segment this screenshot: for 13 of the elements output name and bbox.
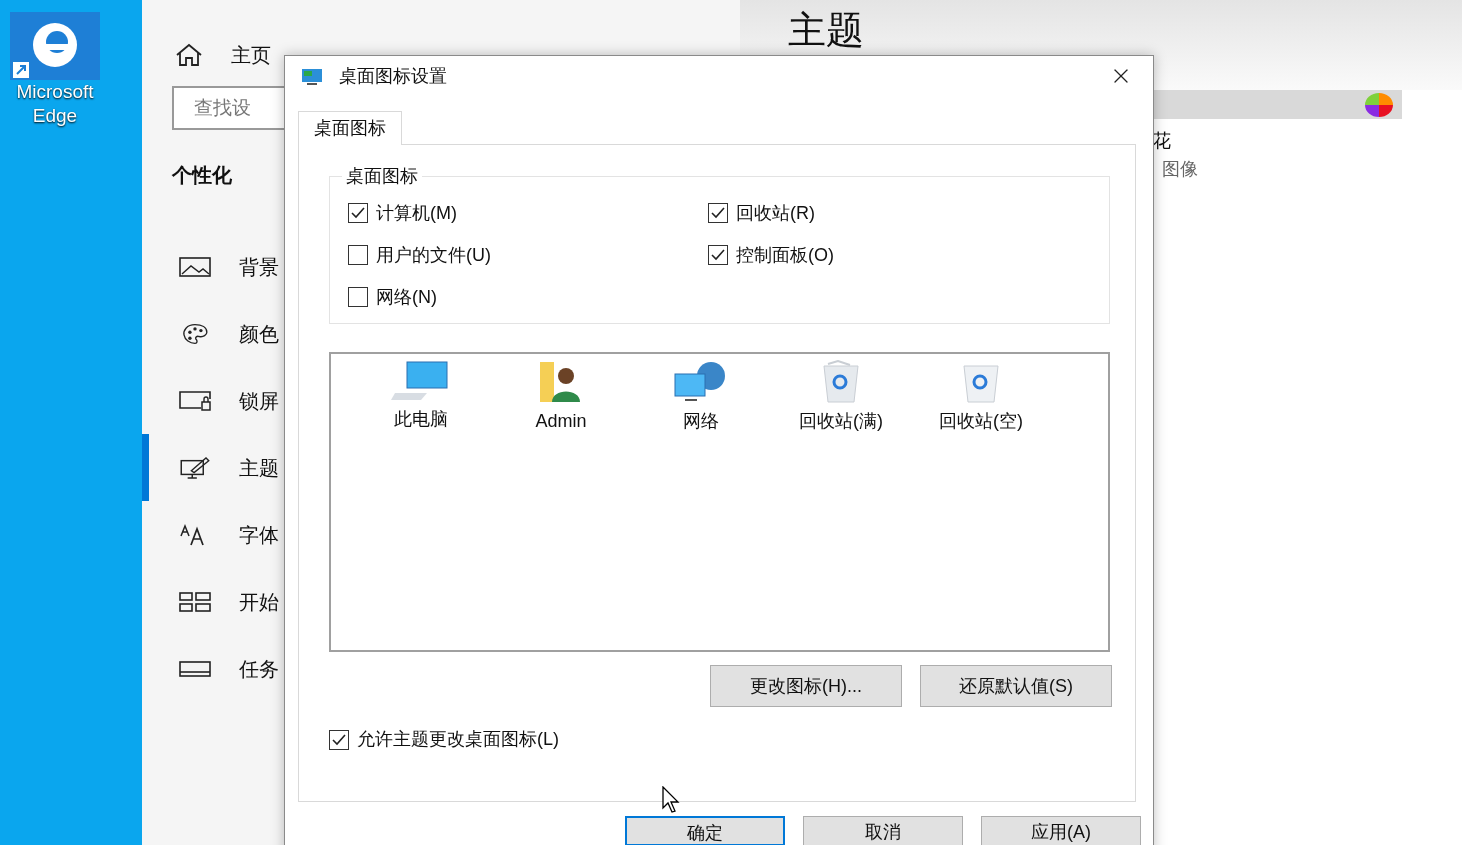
desktop-icon-label: Microsoft Edge	[15, 80, 95, 128]
section-title: 个性化	[172, 163, 232, 188]
checkbox-label: 用户的文件(U)	[376, 243, 491, 267]
checkbox-label: 回收站(R)	[736, 201, 815, 225]
theme-detail: 图像	[1162, 157, 1199, 181]
dialog-title: 桌面图标设置	[339, 64, 447, 88]
group-legend: 桌面图标	[342, 165, 422, 187]
checkbox-label: 计算机(M)	[376, 201, 457, 225]
checkbox-label: 控制面板(O)	[736, 243, 834, 267]
checkbox-label: 允许主题更改桌面图标(L)	[357, 728, 559, 751]
checkbox-label: 网络(N)	[376, 285, 437, 309]
page-heading: 主题	[788, 9, 864, 51]
theme-name: 花	[1152, 129, 1172, 153]
